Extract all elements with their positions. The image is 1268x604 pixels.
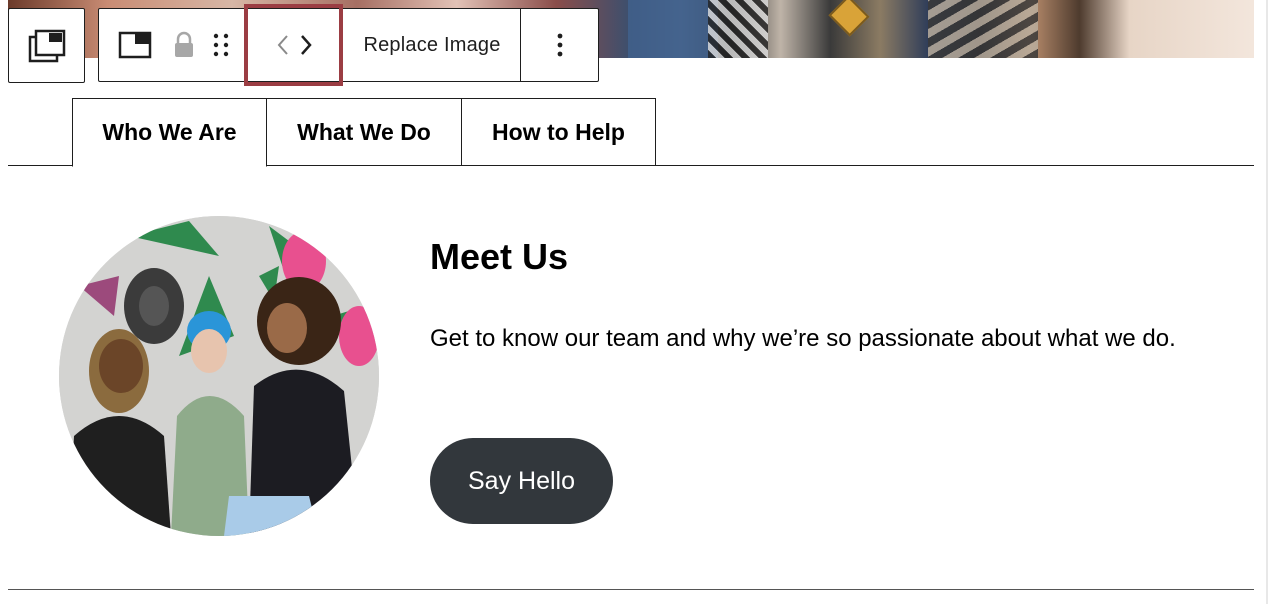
chevron-left-icon — [277, 35, 288, 55]
team-photo[interactable] — [59, 216, 379, 536]
lock-button[interactable] — [171, 9, 197, 81]
hero-image-detail — [708, 0, 768, 58]
tab-label: What We Do — [297, 118, 431, 145]
tab-who-we-are[interactable]: Who We Are — [72, 98, 267, 167]
select-parent-block-button[interactable] — [8, 8, 85, 83]
drag-handle-icon — [213, 33, 229, 57]
more-options-button[interactable] — [521, 9, 598, 81]
parent-block-icon — [28, 29, 65, 62]
say-hello-label: Say Hello — [468, 466, 575, 495]
tab-what-we-do[interactable]: What We Do — [266, 98, 462, 166]
block-toolbar: Replace Image — [98, 8, 599, 82]
lock-icon — [175, 31, 193, 57]
chevron-right-icon — [301, 35, 312, 55]
section-heading: Meet Us — [430, 236, 569, 277]
more-options-icon — [557, 33, 562, 57]
hero-image-detail — [828, 0, 870, 37]
move-left-button[interactable] — [249, 9, 291, 81]
tab-label: Who We Are — [102, 119, 237, 145]
team-photo-illustration — [59, 216, 379, 536]
block-type-button[interactable] — [99, 9, 171, 81]
editor-canvas: Replace Image Who We Are What We Do How … — [0, 0, 1268, 604]
move-right-button[interactable] — [291, 9, 321, 81]
replace-image-label: Replace Image — [363, 33, 501, 56]
image-block-icon — [118, 31, 152, 59]
drag-handle[interactable] — [197, 9, 245, 81]
hero-image-detail — [928, 0, 1038, 58]
section-body-text: Get to know our team and why we’re so pa… — [430, 325, 1176, 352]
say-hello-button[interactable]: Say Hello — [430, 438, 613, 524]
section-divider — [8, 589, 1254, 590]
hero-image-detail — [628, 0, 718, 58]
replace-image-button[interactable]: Replace Image — [344, 9, 520, 81]
tab-how-to-help[interactable]: How to Help — [461, 98, 656, 166]
tab-label: How to Help — [492, 118, 625, 145]
